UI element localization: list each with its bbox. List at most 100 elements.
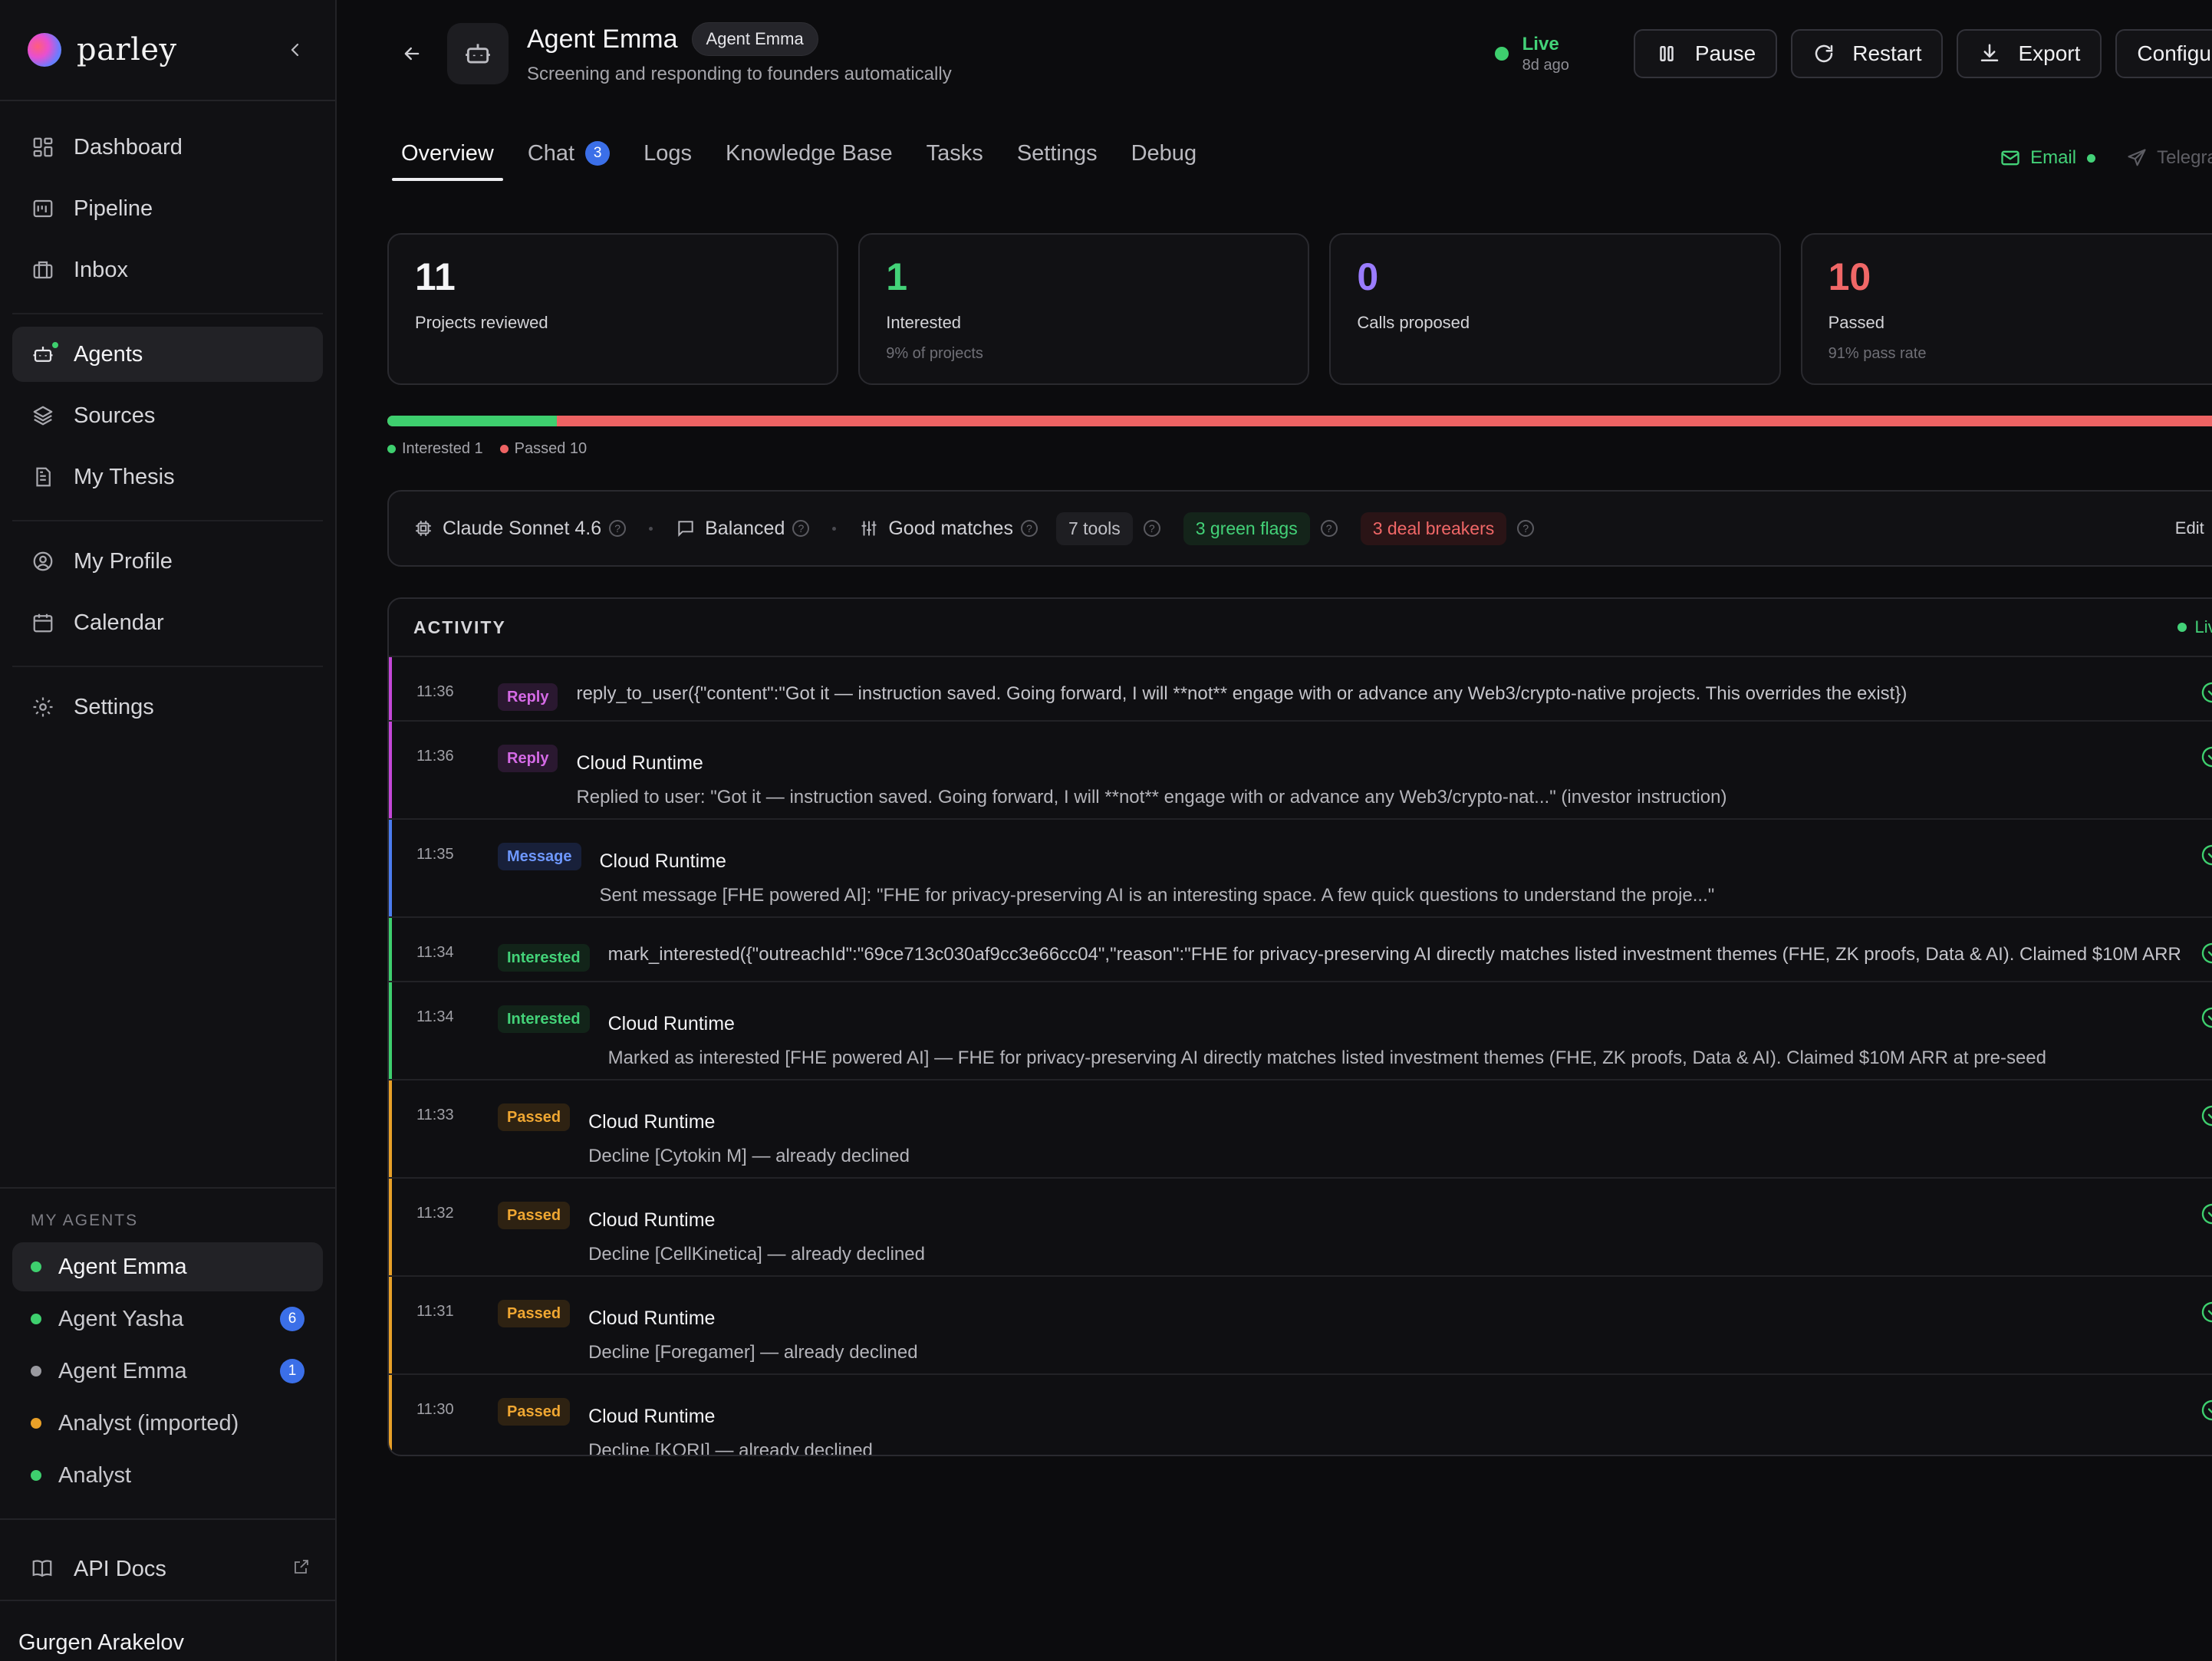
tab-label: Chat (527, 140, 575, 166)
config-matching[interactable]: Good matches ? (859, 518, 1038, 540)
channel-email[interactable]: Email (2000, 147, 2096, 169)
green-flags-chip[interactable]: 3 green flags (1183, 511, 1310, 545)
check-circle-icon (2200, 745, 2212, 769)
pause-label: Pause (1694, 41, 1756, 65)
deal-breakers-chip[interactable]: 3 deal breakers (1360, 511, 1507, 545)
pipeline-icon (31, 196, 55, 221)
brand-name[interactable]: parley (77, 32, 177, 67)
legend-interested: Interested 1 (387, 440, 483, 458)
stats-row: 11 Projects reviewed 1 Interested 9% of proj… (387, 233, 2212, 385)
activity-row[interactable]: 11:36 Reply Cloud Runtime Replied to user: … (389, 722, 2212, 820)
sidebar-item-settings[interactable]: Settings (12, 679, 323, 735)
sidebar-item-calendar[interactable]: Calendar (12, 595, 323, 650)
activity-row[interactable]: 11:36 Reply reply_to_user({"content":"Got … (389, 657, 2212, 722)
channel-email-label: Email (2030, 147, 2077, 168)
restart-button[interactable]: Restart (1791, 29, 1944, 78)
help-icon[interactable]: ? (1320, 520, 1338, 537)
activity-time: 11:36 (416, 748, 454, 765)
send-icon (2126, 147, 2148, 169)
activity-content: Cloud Runtime Marked as interested [FHE p… (608, 1005, 2181, 1079)
api-docs-link[interactable]: API Docs (0, 1518, 335, 1603)
config-model[interactable]: Claude Sonnet 4.6 ? (413, 518, 627, 540)
check-circle-icon (2200, 1300, 2212, 1324)
activity-source: Cloud Runtime (588, 1406, 716, 1427)
help-icon[interactable]: ? (792, 520, 810, 537)
agent-name: Agent Emma (58, 1254, 187, 1279)
help-icon[interactable]: ? (609, 520, 627, 537)
restart-icon (1812, 42, 1835, 65)
mail-icon (2000, 147, 2021, 169)
activity-row[interactable]: 11:32 Passed Cloud Runtime Decline [CellKin… (389, 1179, 2212, 1277)
export-button[interactable]: Export (1957, 29, 2102, 78)
agent-list-item[interactable]: Agent Emma 1 (12, 1347, 323, 1396)
collapse-sidebar-button[interactable] (280, 35, 311, 65)
page-subtitle: Screening and responding to founders aut… (527, 64, 952, 84)
external-link-icon (292, 1557, 311, 1582)
activity-type-badge: Passed (498, 1398, 571, 1426)
progress-segment-interested (387, 416, 557, 426)
stat-card: 10 Passed 91% pass rate (1800, 233, 2212, 385)
stat-value: 1 (886, 255, 908, 298)
tab-list: Overview Chat 3 Logs Knowledge Base Tasks Sett… (387, 121, 1216, 186)
activity-row[interactable]: 11:31 Passed Cloud Runtime Decline [Foregam… (389, 1277, 2212, 1375)
activity-source: Cloud Runtime (576, 752, 703, 774)
sidebar-item-pipeline[interactable]: Pipeline (12, 181, 323, 236)
help-icon[interactable]: ? (1143, 520, 1160, 537)
robot-icon (466, 44, 490, 64)
page-header: Agent Emma Agent Emma Screening and resp… (387, 0, 2212, 107)
help-icon[interactable]: ? (1517, 520, 1535, 537)
tab-logs[interactable]: Logs (630, 121, 706, 186)
agents-status-dot (51, 340, 60, 350)
activity-description: Decline [Cytokin M] — already declined (588, 1146, 910, 1166)
tab-settings[interactable]: Settings (1003, 121, 1111, 186)
legend-dot (387, 445, 396, 453)
config-mode[interactable]: Balanced ? (676, 518, 810, 540)
activity-row[interactable]: 11:34 Interested Cloud Runtime Marked as in… (389, 982, 2212, 1080)
tab-debug[interactable]: Debug (1118, 121, 1210, 186)
tab-bar: Overview Chat 3 Logs Knowledge Base Tasks Sett… (387, 107, 2212, 186)
configure-button[interactable]: Configure (2115, 29, 2212, 78)
agent-name-badge: Agent Emma (691, 22, 818, 56)
title-row: Agent Emma Agent Emma (527, 22, 952, 56)
sidebar-item-agents[interactable]: Agents (12, 327, 323, 382)
activity-row[interactable]: 11:33 Passed Cloud Runtime Decline [Cytokin… (389, 1080, 2212, 1179)
progress-legend: Interested 1 Passed 10 (387, 440, 2212, 458)
activity-source: Cloud Runtime (588, 1307, 716, 1329)
help-icon[interactable]: ? (1020, 520, 1038, 537)
sidebar-item-my-profile[interactable]: My Profile (12, 534, 323, 589)
agent-list-item[interactable]: Analyst (imported) (12, 1399, 323, 1448)
edit-config-link[interactable]: Edit → (2175, 518, 2212, 538)
activity-row[interactable]: 11:35 Message Cloud Runtime Sent message [F… (389, 820, 2212, 918)
tools-chip[interactable]: 7 tools (1055, 511, 1133, 545)
tab-overview[interactable]: Overview (387, 121, 508, 186)
activity-badge-wrap: Interested (498, 1005, 608, 1079)
nav-group-primary: Dashboard Pipeline Inbox (12, 120, 323, 314)
check-circle-icon (2200, 941, 2212, 965)
sidebar-item-my-thesis[interactable]: My Thesis (12, 449, 323, 505)
activity-row[interactable]: 11:30 Passed Cloud Runtime Decline [KORI] —… (389, 1375, 2212, 1455)
tab-knowledge-base[interactable]: Knowledge Base (712, 121, 907, 186)
agent-list-item[interactable]: Agent Emma (12, 1242, 323, 1291)
back-button[interactable] (393, 35, 430, 72)
stat-value: 0 (1357, 255, 1379, 298)
user-account[interactable]: Gurgen Arakelov (0, 1600, 335, 1656)
tab-tasks[interactable]: Tasks (913, 121, 997, 186)
stat-card: 1 Interested 9% of projects (858, 233, 1310, 385)
brand-logo[interactable] (28, 33, 61, 67)
stat-label: Calls proposed (1357, 313, 1470, 332)
sidebar-item-sources[interactable]: Sources (12, 388, 323, 443)
check-circle-icon (2200, 843, 2212, 867)
activity-row[interactable]: 11:34 Interested mark_interested({"outreac… (389, 918, 2212, 982)
channel-telegram[interactable]: Telegram (2126, 147, 2212, 169)
activity-badge-wrap: Reply (498, 745, 576, 818)
activity-time: 11:30 (416, 1401, 454, 1418)
agent-list-item[interactable]: Agent Yasha 6 (12, 1294, 323, 1344)
agent-list-item[interactable]: Analyst (12, 1451, 323, 1500)
pause-button[interactable]: Pause (1633, 29, 1778, 78)
nav-group-tertiary: My Profile Calendar (12, 534, 323, 667)
activity-badge-wrap: Passed (498, 1398, 588, 1455)
title-block: Agent Emma Agent Emma Screening and resp… (527, 22, 952, 85)
tab-chat[interactable]: Chat 3 (514, 121, 624, 186)
sidebar-item-inbox[interactable]: Inbox (12, 242, 323, 298)
sidebar-item-dashboard[interactable]: Dashboard (12, 120, 323, 175)
